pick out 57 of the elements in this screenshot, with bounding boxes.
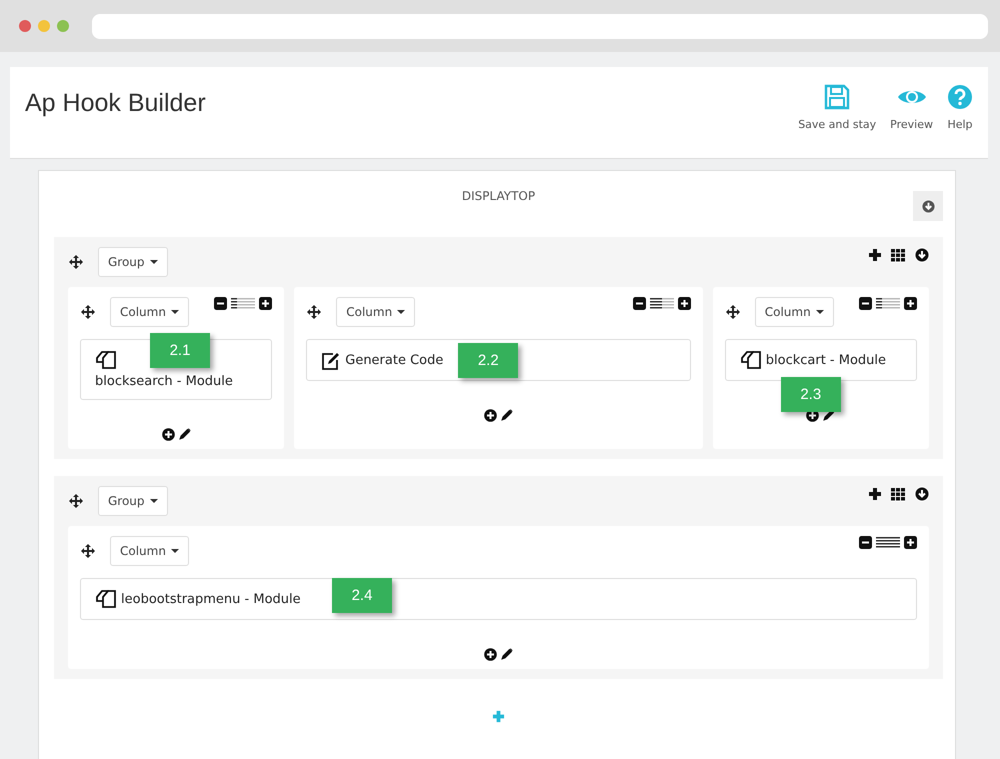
column-dropdown[interactable]: Column (336, 297, 416, 327)
minus-square-icon[interactable] (859, 536, 872, 549)
copy-icon (95, 350, 117, 370)
step-badge: 2.3 (780, 377, 841, 412)
download-circle-icon[interactable] (915, 248, 929, 262)
window-minimize-dot[interactable] (38, 20, 50, 32)
help-button[interactable]: Help (942, 84, 978, 131)
copy-icon (95, 589, 117, 609)
plus-square-icon[interactable] (678, 297, 691, 310)
copy-icon (740, 350, 762, 370)
minus-square-icon[interactable] (859, 297, 872, 310)
grid-icon[interactable] (891, 488, 906, 500)
module-name: blocksearch - Module (95, 374, 233, 389)
help-icon (947, 84, 973, 110)
column-dropdown[interactable]: Column (754, 297, 834, 327)
plus-square-icon[interactable] (904, 536, 917, 549)
move-handle-icon[interactable] (724, 304, 741, 320)
edit-icon (321, 350, 342, 370)
group-dropdown[interactable]: Group (98, 247, 168, 277)
move-handle-icon[interactable] (68, 254, 84, 270)
group-dropdown[interactable]: Group (98, 486, 168, 516)
pencil-icon[interactable] (823, 409, 836, 421)
pencil-icon[interactable] (501, 648, 513, 660)
module-name: Generate Code (345, 352, 444, 368)
pencil-icon[interactable] (178, 428, 191, 440)
plus-square-icon[interactable] (259, 297, 272, 310)
pencil-icon[interactable] (501, 409, 513, 421)
collapse-button[interactable] (913, 191, 943, 221)
plus-circle-icon[interactable] (806, 409, 820, 422)
move-handle-icon[interactable] (80, 543, 96, 559)
plus-icon[interactable] (868, 487, 882, 501)
move-handle-icon[interactable] (68, 493, 84, 509)
module-name: blockcart - Module (766, 352, 886, 368)
window-maximize-dot[interactable] (57, 20, 69, 32)
plus-circle-icon[interactable] (484, 409, 497, 422)
window-close-dot[interactable] (19, 20, 31, 32)
step-badge: 2.4 (332, 578, 392, 613)
column-dropdown[interactable]: Column (110, 297, 189, 327)
move-handle-icon[interactable] (306, 304, 322, 320)
plus-circle-icon[interactable] (162, 428, 175, 441)
plus-icon[interactable] (868, 248, 882, 262)
module-name: leobootstrapmenu - Module (121, 592, 301, 606)
download-circle-icon (922, 200, 934, 212)
hook-title: DISPLAYTOP (460, 188, 536, 203)
move-handle-icon[interactable] (80, 304, 96, 320)
page-title: Ap Hook Builder (25, 89, 206, 118)
plus-circle-icon[interactable] (484, 648, 497, 661)
grid-icon[interactable] (891, 248, 906, 262)
preview-button[interactable]: Preview (885, 84, 938, 131)
save-button[interactable]: Save and stay (793, 84, 882, 131)
download-circle-icon[interactable] (915, 487, 929, 501)
minus-square-icon[interactable] (632, 297, 646, 310)
minus-square-icon[interactable] (214, 297, 228, 310)
column-dropdown[interactable]: Column (110, 536, 189, 566)
step-badge: 2.1 (150, 333, 210, 368)
plus-square-icon[interactable] (904, 297, 917, 310)
step-badge: 2.2 (458, 343, 518, 378)
